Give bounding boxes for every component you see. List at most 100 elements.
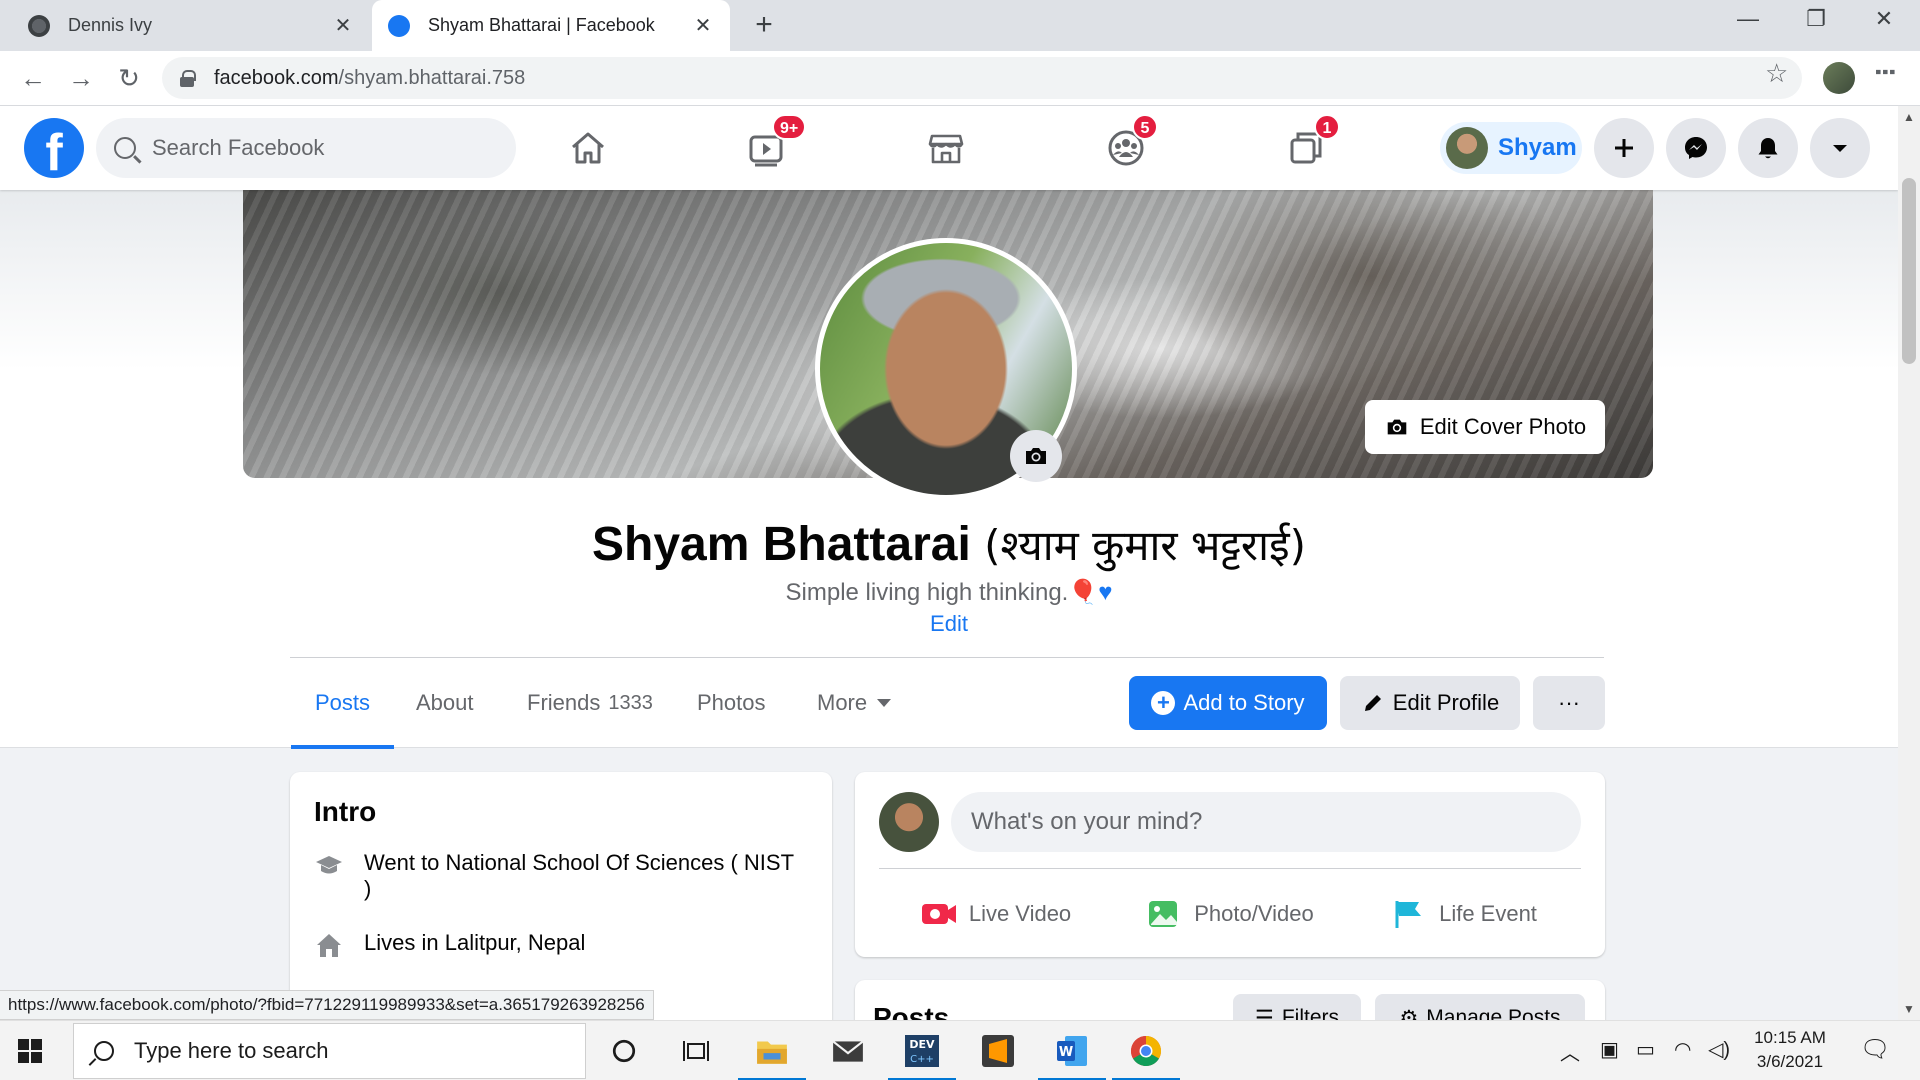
watch-nav-button[interactable]: 9+ [736,114,807,176]
chrome-menu-icon[interactable]: ⋮ [1871,60,1898,84]
address-bar-row: ← → ↻ facebook.com/shyam.bhattarai.758 ☆… [0,51,1920,106]
avatar [1446,127,1488,169]
wifi-icon[interactable]: ◠ [1674,1037,1691,1062]
devcpp-icon[interactable]: DEV C++ [888,1029,956,1080]
more-options-label: ··· [1558,690,1580,715]
avatar [879,792,939,852]
back-button[interactable]: ← [16,61,50,95]
close-window-button[interactable]: ✕ [1864,6,1904,32]
file-explorer-icon[interactable] [738,1029,806,1080]
facebook-search-box[interactable] [96,118,516,178]
add-to-story-button[interactable]: + Add to Story [1129,676,1327,730]
groups-badge: 5 [1132,114,1158,140]
minimize-window-button[interactable]: — [1728,6,1768,32]
task-view-icon[interactable] [674,1029,718,1073]
notifications-button[interactable] [1738,118,1798,178]
browser-tab-dennis-ivy[interactable]: Dennis Ivy ✕ [12,0,370,51]
create-button[interactable] [1594,118,1654,178]
location-link[interactable]: Lalitpur, Nepal [445,930,586,955]
taskbar-search-box[interactable]: Type here to search [73,1023,586,1079]
account-menu-button[interactable] [1810,118,1870,178]
tab-label: Photos [697,690,766,715]
messenger-button[interactable] [1666,118,1726,178]
plus-icon [1615,139,1633,157]
intro-title: Intro [314,796,377,827]
scroll-up-arrow-icon[interactable]: ▲ [1903,110,1915,124]
tab-about[interactable]: About [416,658,474,748]
lock-icon [180,70,196,87]
photo-video-button[interactable]: Photo/Video [1113,886,1347,942]
tab-friends[interactable]: Friends 1333 [527,658,653,748]
url-omnibox[interactable]: facebook.com/shyam.bhattarai.758 [162,57,1802,99]
bookmark-star-icon[interactable]: ☆ [1765,58,1788,89]
url-text: facebook.com/shyam.bhattarai.758 [214,66,526,89]
plus-circle-icon: + [1151,691,1176,715]
reload-button[interactable]: ↻ [112,61,146,95]
whats-on-your-mind-input[interactable] [951,792,1581,852]
more-options-button[interactable]: ··· [1533,676,1605,730]
chrome-profile-avatar[interactable] [1823,62,1855,94]
battery-icon[interactable]: ▭ [1636,1037,1655,1062]
svg-text:C++: C++ [910,1054,934,1065]
profile-chip[interactable]: Shyam [1440,122,1582,174]
home-nav-button[interactable] [558,120,618,176]
tab-posts[interactable]: Posts [291,658,395,749]
cortana-icon[interactable] [602,1029,646,1073]
gaming-badge: 1 [1314,114,1340,140]
graduation-cap-icon [316,856,342,874]
restore-window-button[interactable]: ❐ [1796,6,1836,32]
caret-down-icon [877,699,892,707]
taskbar-clock[interactable]: 10:15 AM 3/6/2021 [1740,1026,1840,1074]
update-profile-picture-button[interactable] [1010,430,1062,482]
groups-nav-button[interactable]: 5 [1096,114,1158,176]
tab-title: Shyam Bhattarai | Facebook [428,15,655,35]
friends-count: 1333 [608,691,653,714]
action-center-icon[interactable]: 🗨 [1860,1035,1890,1064]
windows-taskbar: Type here to search DEV C++ W ︿ ▣ ▭ ◠ ◁) … [0,1020,1920,1080]
page-scrollbar[interactable]: ▲ ▼ [1898,106,1920,1020]
close-tab-icon[interactable]: ✕ [692,13,714,38]
gaming-nav-button[interactable]: 1 [1276,114,1340,176]
tab-more[interactable]: More [817,658,892,748]
meet-now-icon[interactable]: ▣ [1600,1037,1619,1062]
scroll-down-arrow-icon[interactable]: ▼ [1903,1002,1915,1016]
camera-icon [1387,419,1407,435]
scrollbar-thumb[interactable] [1902,178,1916,364]
watch-badge: 9+ [772,114,807,140]
edit-profile-button[interactable]: Edit Profile [1340,676,1520,730]
browser-tab-facebook[interactable]: Shyam Bhattarai | Facebook ✕ [372,0,730,51]
live-video-button[interactable]: Live Video [879,886,1113,942]
chrome-icon[interactable] [1112,1029,1180,1080]
forward-button[interactable]: → [64,61,98,95]
tab-label: About [416,690,474,715]
edit-bio-link[interactable]: Edit [0,611,1898,637]
life-event-label: Life Event [1439,901,1537,926]
balloon-emoji-icon: 🎈 [1068,579,1099,606]
edit-cover-photo-button[interactable]: Edit Cover Photo [1365,400,1605,454]
live-video-icon [921,904,956,924]
photo-video-label: Photo/Video [1194,901,1314,926]
facebook-logo[interactable]: f [24,118,84,178]
home-icon [572,132,604,164]
edit-cover-label: Edit Cover Photo [1419,414,1587,439]
word-icon[interactable]: W [1038,1029,1106,1080]
tab-title: Dennis Ivy [68,15,153,35]
facebook-search-input[interactable] [152,135,472,161]
tab-label: Posts [315,690,371,715]
link-status-url: https://www.facebook.com/photo/?fbid=771… [0,990,654,1020]
marketplace-nav-button[interactable] [916,120,976,176]
new-tab-button[interactable]: + [748,8,780,42]
windows-start-icon[interactable] [18,1039,42,1063]
tab-photos[interactable]: Photos [697,658,766,748]
education-prefix: Went to [364,850,446,875]
profile-name-native: (श्याम कुमार भट्टराई) [984,521,1306,570]
show-hidden-icons-chevron-icon[interactable]: ︿ [1560,1037,1580,1066]
messenger-icon [1685,137,1707,159]
close-tab-icon[interactable]: ✕ [332,13,354,38]
life-event-button[interactable]: Life Event [1347,886,1581,942]
sublime-text-icon[interactable] [976,1029,1020,1073]
edit-bio-label: Edit [930,611,968,636]
divider [879,868,1581,869]
mail-icon[interactable] [826,1029,870,1073]
volume-icon[interactable]: ◁) [1708,1037,1730,1062]
